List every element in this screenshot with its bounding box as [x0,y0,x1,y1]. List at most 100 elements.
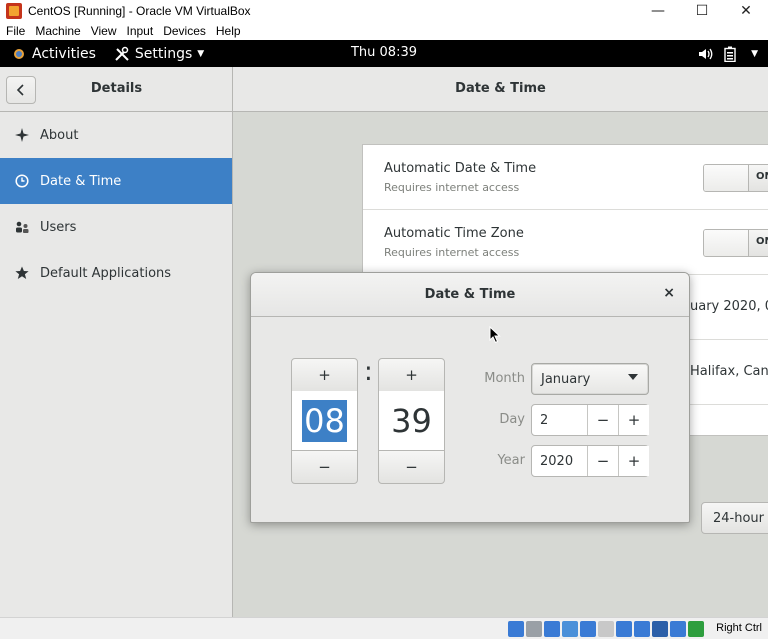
hour-value: 08 [302,400,347,442]
sidebar-item-default-applications[interactable]: Default Applications [0,250,232,296]
switch-state-label: ON [756,171,768,182]
maximize-button[interactable]: ☐ [680,0,724,22]
virtualbox-app-icon [6,3,22,19]
menu-view[interactable]: View [91,24,117,38]
sidebar-header-title: Details [90,81,143,96]
row-subtitle: Requires internet access [384,181,520,194]
network-icon[interactable] [562,621,578,637]
year-increment-button[interactable]: + [618,446,649,476]
day-decrement-button[interactable]: − [587,405,618,435]
users-icon [14,219,30,235]
hour-field[interactable]: 08 [291,391,358,451]
minute-decrement-button[interactable]: − [378,450,445,484]
time-format-button[interactable]: 24-hour [701,502,768,534]
content-header: Date & Time [233,67,768,112]
switch-knob [704,165,749,191]
minimize-button[interactable]: — [636,0,680,22]
shared-folders-icon[interactable] [598,621,614,637]
dialog-header: Date & Time × [251,273,689,317]
clock-icon [14,173,30,189]
day-increment-button[interactable]: + [618,405,649,435]
minute-spinner: + 39 − [378,358,445,484]
automatic-time-zone-row[interactable]: Automatic Time Zone Requires internet ac… [363,210,768,275]
sidebar-item-label: Default Applications [40,265,172,281]
display-icon[interactable] [616,621,632,637]
volume-icon [699,48,713,59]
activities-icon [12,47,26,61]
sidebar-item-about[interactable]: About [0,112,232,158]
gnome-topbar: Activities Settings ▼ Thu 08:39 ▼ [0,40,768,67]
dialog-close-button[interactable]: × [663,285,675,301]
mouse-cursor-icon [489,326,501,344]
automatic-date-time-row[interactable]: Automatic Date & Time Requires internet … [363,145,768,210]
time-zone-value: Halifax, Cana [690,364,768,379]
menu-machine[interactable]: Machine [35,24,80,38]
time-separator: : [364,357,373,387]
audio-icon[interactable] [544,621,560,637]
sidebar-item-label: About [40,127,79,143]
switch-state-label: ON [756,236,768,247]
video-capture-icon[interactable] [634,621,650,637]
menu-file[interactable]: File [6,24,25,38]
clock[interactable]: Thu 08:39 [351,45,417,60]
window-controls: — ☐ ✕ [636,0,768,22]
system-tray[interactable]: ▼ [698,40,758,67]
virtualbox-statusbar: Right Ctrl [0,617,768,639]
system-menu-chevron-icon: ▼ [751,48,758,59]
year-label: Year [497,453,525,468]
minute-value: 39 [391,402,432,440]
minute-field[interactable]: 39 [378,391,445,451]
hour-increment-button[interactable]: + [291,358,358,392]
cpu-icon[interactable] [670,621,686,637]
mouse-integration-icon[interactable] [688,621,704,637]
sidebar-item-users[interactable]: Users [0,204,232,250]
app-menu-label: Settings [134,45,193,62]
month-value: January [541,371,591,387]
page-title: Date & Time [455,81,546,96]
dropdown-arrow-icon [628,374,638,380]
switch-knob [704,230,749,256]
activities-button[interactable]: Activities [12,46,96,62]
host-key-label: Right Ctrl [716,622,762,634]
date-time-dialog: Date & Time × + 08 − : + 39 − Month Janu… [250,272,690,523]
day-label: Day [499,412,525,427]
hour-decrement-button[interactable]: − [291,450,358,484]
month-combo[interactable]: January [531,363,649,395]
hour-spinner: + 08 − [291,358,358,484]
hard-disk-icon[interactable] [508,621,524,637]
year-input[interactable]: 2020 [540,454,573,469]
host-menubar: File Machine View Input Devices Help [0,22,768,40]
sidebar-item-label: Users [40,219,77,235]
year-spinbutton: 2020 − + [531,445,649,477]
day-spinbutton: 2 − + [531,404,649,436]
close-window-button[interactable]: ✕ [724,0,768,22]
tools-icon [115,46,129,61]
sidebar-item-label: Date & Time [40,173,122,189]
menu-devices[interactable]: Devices [163,24,206,38]
automatic-time-zone-switch[interactable]: ON [703,229,768,257]
optical-drive-icon[interactable] [526,621,542,637]
host-titlebar: CentOS [Running] - Oracle VM VirtualBox … [0,0,768,22]
day-input[interactable]: 2 [540,413,548,428]
sidebar-header: Details [0,67,233,112]
menu-input[interactable]: Input [127,24,154,38]
device-indicators [508,621,704,637]
menu-help[interactable]: Help [216,24,241,38]
automatic-date-time-switch[interactable]: ON [703,164,768,192]
row-title: Automatic Date & Time [384,161,537,176]
dialog-title: Date & Time [424,287,516,302]
host-window-title: CentOS [Running] - Oracle VM VirtualBox [28,4,251,18]
star-icon [14,265,30,281]
minute-increment-button[interactable]: + [378,358,445,392]
app-menu-button[interactable]: Settings ▼ [114,46,204,62]
virtualization-icon[interactable] [652,621,668,637]
month-label: Month [484,371,525,386]
row-title: Automatic Time Zone [384,226,524,241]
year-decrement-button[interactable]: − [587,446,618,476]
usb-icon[interactable] [580,621,596,637]
sidebar-item-date-time[interactable]: Date & Time [0,158,232,204]
row-subtitle: Requires internet access [384,246,520,259]
chevron-down-icon: ▼ [197,48,205,59]
date-time-value: uary 2020, 08 [690,299,768,314]
battery-icon [724,46,736,62]
